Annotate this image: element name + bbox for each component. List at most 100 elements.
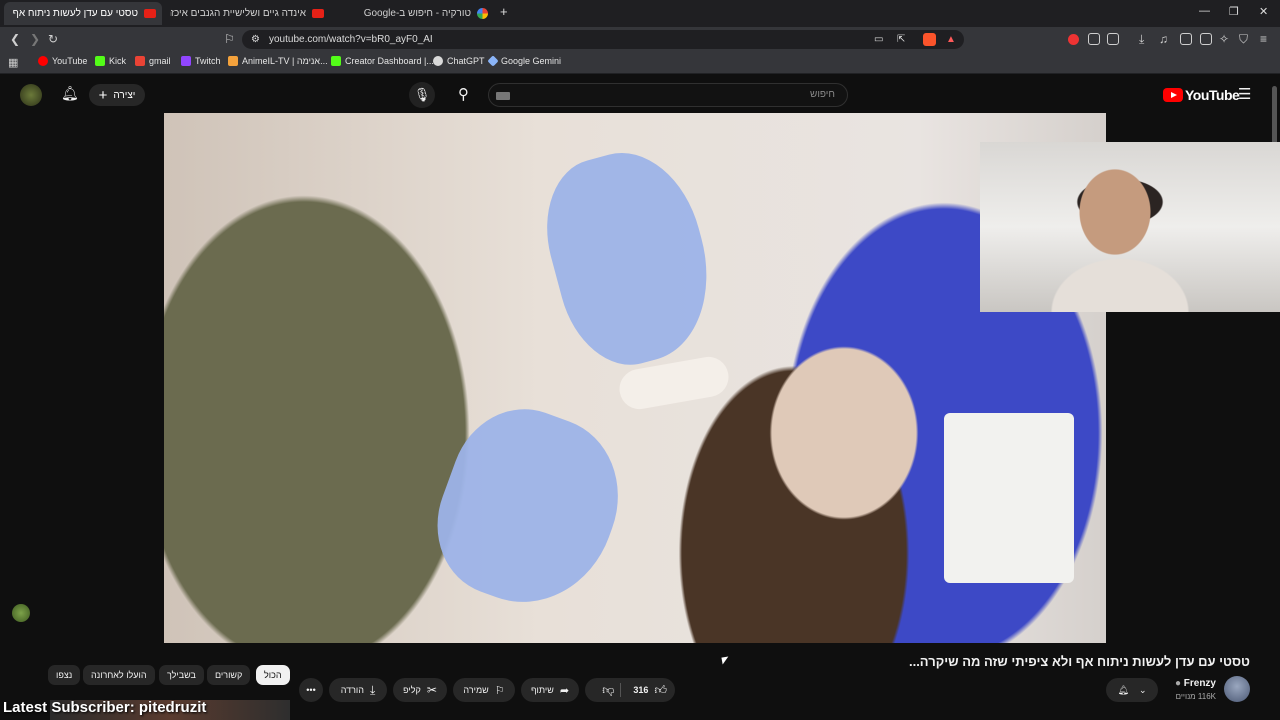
notifications-bell-icon[interactable]: 🔔︎ bbox=[61, 85, 79, 102]
bookmark-kick[interactable]: Kick bbox=[95, 56, 126, 66]
download-icon: ⤓ bbox=[369, 682, 376, 697]
mouse-cursor-icon bbox=[721, 656, 730, 665]
voice-search-icon[interactable]: 🎙︎ bbox=[409, 82, 435, 108]
like-count: 316 bbox=[633, 685, 649, 695]
stream-overlay-latest-subscriber: Latest Subscriber: pitedruzit bbox=[3, 699, 207, 716]
clip-button[interactable]: ✂ קליפ bbox=[393, 678, 447, 702]
search-input[interactable]: חיפוש bbox=[488, 83, 848, 107]
share-button[interactable]: ➦ שיתוף bbox=[521, 678, 579, 702]
browser-tab-bar: טסטי עם עדן לעשות ניתוח אף ✕ אינדה גיים … bbox=[0, 0, 1280, 27]
google-favicon-icon bbox=[477, 8, 488, 19]
notification-bell-icon: 🔔︎ bbox=[1117, 684, 1129, 695]
gmail-icon bbox=[135, 56, 145, 66]
tab-second[interactable]: אינדה גיים ושלישיית הגנבים איכזה את bbox=[170, 2, 330, 25]
reload-icon[interactable]: ↻ bbox=[48, 32, 58, 46]
bookmarks-bar: ▦ YouTube Kick gmail Twitch AnimeIL-TV |… bbox=[0, 52, 1280, 74]
minimize-icon[interactable]: — bbox=[1199, 5, 1210, 17]
subscribed-button[interactable]: ⌄ 🔔︎ bbox=[1106, 678, 1158, 702]
youtube-logo[interactable]: YouTube bbox=[1163, 87, 1240, 103]
ai-icon[interactable]: ✧ bbox=[1219, 32, 1229, 46]
channel-avatar[interactable] bbox=[1224, 676, 1250, 702]
media-icon[interactable]: ♫ bbox=[1159, 32, 1168, 46]
brave-shield-icon[interactable] bbox=[923, 33, 936, 46]
bookmark-twitch[interactable]: Twitch bbox=[181, 56, 221, 66]
kick-icon bbox=[331, 56, 341, 66]
tab-active[interactable]: טסטי עם עדן לעשות ניתוח אף ✕ bbox=[4, 2, 162, 25]
bookmark-gmail[interactable]: gmail bbox=[135, 56, 171, 66]
video-frame-detail bbox=[529, 137, 729, 379]
youtube-header: 🔔︎ יצירה + 🎙︎ ⚲ חיפוש YouTube ☰ bbox=[0, 75, 1280, 113]
create-button[interactable]: יצירה + bbox=[89, 84, 145, 106]
cast-icon[interactable]: ▭ bbox=[874, 30, 883, 49]
menu-icon[interactable]: ≡ bbox=[1260, 32, 1267, 46]
tab-label: אינדה גיים ושלישיית הגנבים איכזה את bbox=[170, 8, 306, 19]
youtube-play-icon bbox=[1163, 88, 1183, 102]
gemini-icon bbox=[487, 55, 499, 67]
thumbs-down-icon: 👎︎ bbox=[602, 682, 615, 697]
vpn-icon[interactable]: ⛉ bbox=[1239, 32, 1248, 47]
subscriber-count: 116K מנויים bbox=[1175, 692, 1216, 701]
guide-menu-icon[interactable]: ☰ bbox=[1238, 85, 1251, 103]
like-dislike-group: 👍︎ 316 👎︎ bbox=[585, 678, 675, 702]
more-actions-button[interactable]: ••• bbox=[299, 678, 323, 702]
chip-for-you[interactable]: בשבילך bbox=[159, 665, 204, 685]
keyboard-icon[interactable] bbox=[496, 92, 510, 100]
url-text: youtube.com/watch?v=bR0_ayF0_AI bbox=[269, 34, 433, 45]
video-frame-detail bbox=[416, 389, 642, 627]
bookmark-chatgpt[interactable]: ChatGPT bbox=[433, 56, 485, 66]
chip-related[interactable]: קשורים bbox=[207, 665, 251, 685]
twitch-icon bbox=[181, 56, 191, 66]
thumbs-up-icon: 👍︎ bbox=[654, 682, 667, 697]
chip-all[interactable]: הכול bbox=[256, 665, 290, 685]
anime-icon bbox=[228, 56, 238, 66]
forward-icon[interactable]: ❯ bbox=[30, 32, 40, 46]
back-icon[interactable]: ❮ bbox=[10, 32, 20, 46]
chip-watched[interactable]: נצפו bbox=[48, 665, 81, 685]
share-icon: ➦ bbox=[559, 684, 570, 697]
scissors-icon: ✂ bbox=[426, 683, 437, 697]
wallet-icon[interactable] bbox=[1200, 33, 1212, 45]
adblock-extension-icon[interactable] bbox=[1068, 34, 1079, 45]
save-button[interactable]: ⚐ שמירה bbox=[453, 678, 515, 702]
kick-icon bbox=[95, 56, 105, 66]
plus-icon: + bbox=[98, 86, 108, 104]
divider bbox=[620, 683, 622, 697]
youtube-favicon-icon bbox=[312, 9, 324, 18]
rewards-icon[interactable]: ▲ bbox=[946, 30, 956, 49]
dislike-button[interactable]: 👎︎ bbox=[602, 683, 614, 698]
emote-icon bbox=[12, 604, 30, 622]
profile-avatar[interactable] bbox=[20, 84, 42, 106]
video-frame-detail bbox=[944, 413, 1074, 583]
bookmark-gemini[interactable]: Google Gemini bbox=[487, 55, 561, 67]
youtube-icon bbox=[38, 56, 48, 66]
like-button[interactable]: 👍︎ bbox=[654, 683, 667, 698]
download-icon[interactable]: ⤓ bbox=[1139, 32, 1144, 47]
search-icon[interactable]: ⚲ bbox=[458, 85, 469, 103]
tab-third[interactable]: טורקיה - חיפוש ב-Google bbox=[334, 2, 494, 25]
video-player[interactable] bbox=[164, 113, 1106, 643]
download-button[interactable]: ⤓ הורדה bbox=[329, 678, 387, 702]
chevron-down-icon: ⌄ bbox=[1138, 684, 1147, 695]
extension-icon[interactable] bbox=[1088, 33, 1100, 45]
site-info-icon[interactable]: ⚙ bbox=[251, 30, 260, 49]
channel-name[interactable]: Frenzy bbox=[1184, 678, 1216, 689]
bookmark-animeil[interactable]: AnimeIL-TV | אנימה... bbox=[228, 56, 328, 66]
chip-recently-uploaded[interactable]: הועלו לאחרונה bbox=[83, 665, 155, 685]
share-page-icon[interactable]: ⇱ bbox=[897, 30, 905, 49]
streamer-webcam bbox=[980, 142, 1280, 312]
bookmark-creator-dashboard[interactable]: Creator Dashboard |... bbox=[331, 56, 434, 66]
bookmark-youtube[interactable]: YouTube bbox=[38, 56, 87, 66]
apps-grid-icon[interactable]: ▦ bbox=[8, 56, 18, 69]
youtube-favicon-icon bbox=[144, 9, 156, 18]
chatgpt-icon bbox=[433, 56, 443, 66]
more-icon: ••• bbox=[306, 685, 316, 695]
sidebar-icon[interactable] bbox=[1180, 33, 1192, 45]
new-tab-button[interactable]: + bbox=[500, 4, 508, 19]
address-bar[interactable]: ⚙ youtube.com/watch?v=bR0_ayF0_AI ▭ ⇱ ▲ bbox=[242, 30, 964, 49]
close-tab-icon[interactable]: ✕ bbox=[4, 7, 5, 20]
save-playlist-icon: ⚐ bbox=[494, 684, 505, 697]
close-window-icon[interactable]: ✕ bbox=[1259, 5, 1268, 18]
bookmark-icon[interactable]: ⚐ bbox=[224, 32, 235, 46]
extension-icon[interactable] bbox=[1107, 33, 1119, 45]
restore-icon[interactable]: ❐ bbox=[1229, 5, 1239, 18]
